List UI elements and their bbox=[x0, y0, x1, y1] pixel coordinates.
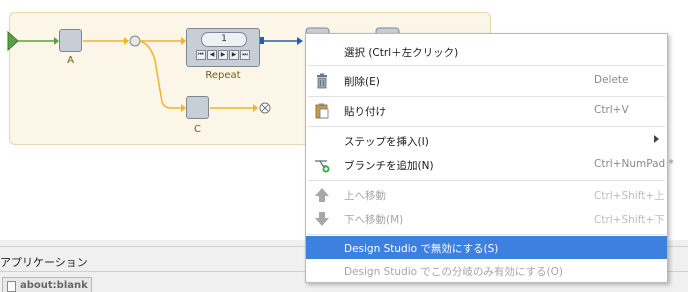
connector-branch-c bbox=[139, 40, 181, 109]
tab-label: about:blank bbox=[20, 280, 88, 291]
context-menu: 選択 (Ctrl＋左クリック) 削除(E) Delete 貼り付け Ctrl+V… bbox=[305, 33, 674, 283]
prev-icon[interactable]: ◀ bbox=[207, 50, 217, 60]
menu-item-insert-step[interactable]: ステップを挿入(I) bbox=[306, 129, 667, 152]
arrowhead bbox=[297, 37, 303, 45]
play-icon[interactable]: ▶ bbox=[218, 50, 228, 60]
branch-point[interactable] bbox=[129, 35, 141, 47]
menu-separator bbox=[308, 126, 665, 127]
panel-title: アプリケーション bbox=[0, 256, 88, 269]
next-icon[interactable]: ▶ bbox=[229, 50, 239, 60]
menu-separator bbox=[308, 65, 665, 66]
node-repeat[interactable]: 1 ⏮ ◀ ▶ ▶ ⏭ bbox=[186, 28, 260, 67]
arrowhead bbox=[253, 104, 258, 112]
last-icon[interactable]: ⏭ bbox=[240, 50, 250, 60]
menu-item-delete[interactable]: 削除(E) Delete bbox=[306, 69, 667, 92]
node-repeat-label: Repeat bbox=[205, 70, 241, 81]
menu-item-move-down[interactable]: 下へ移動(M) Ctrl+Shift+下 bbox=[306, 207, 667, 230]
menu-item-enable-only-this-branch[interactable]: Design Studio でこの分岐のみ有効にする(O) bbox=[306, 259, 667, 282]
menu-item-paste[interactable]: 貼り付け Ctrl+V bbox=[306, 99, 667, 122]
clipboard-icon bbox=[315, 103, 329, 119]
menu-separator bbox=[308, 234, 665, 235]
node-c-label: C bbox=[194, 124, 201, 135]
submenu-arrow-icon bbox=[654, 135, 659, 143]
start-marker bbox=[7, 30, 19, 52]
move-up-icon bbox=[315, 188, 329, 202]
node-a[interactable] bbox=[59, 29, 82, 52]
menu-separator bbox=[308, 96, 665, 97]
repeat-counter[interactable]: 1 bbox=[201, 32, 247, 47]
repeat-controls: ⏮ ◀ ▶ ▶ ⏭ bbox=[196, 50, 250, 60]
trash-icon bbox=[317, 73, 327, 89]
page-icon bbox=[7, 281, 16, 292]
node-c[interactable] bbox=[186, 96, 209, 119]
menu-item-add-branch[interactable]: ブランチを追加(N) Ctrl+NumPad * bbox=[306, 153, 674, 176]
node-a-label: A bbox=[67, 55, 74, 66]
first-icon[interactable]: ⏮ bbox=[196, 50, 206, 60]
tab-about-blank[interactable]: about:blank bbox=[2, 277, 92, 292]
menu-item-disable-in-design-studio[interactable]: Design Studio で無効にする(S) bbox=[306, 236, 667, 259]
menu-item-select[interactable]: 選択 (Ctrl＋左クリック) bbox=[306, 40, 667, 63]
move-down-icon bbox=[315, 212, 329, 226]
arrowhead bbox=[124, 37, 129, 45]
menu-separator bbox=[308, 180, 665, 181]
menu-item-move-up[interactable]: 上へ移動 Ctrl+Shift+上 bbox=[306, 183, 667, 206]
add-branch-icon bbox=[315, 160, 330, 173]
